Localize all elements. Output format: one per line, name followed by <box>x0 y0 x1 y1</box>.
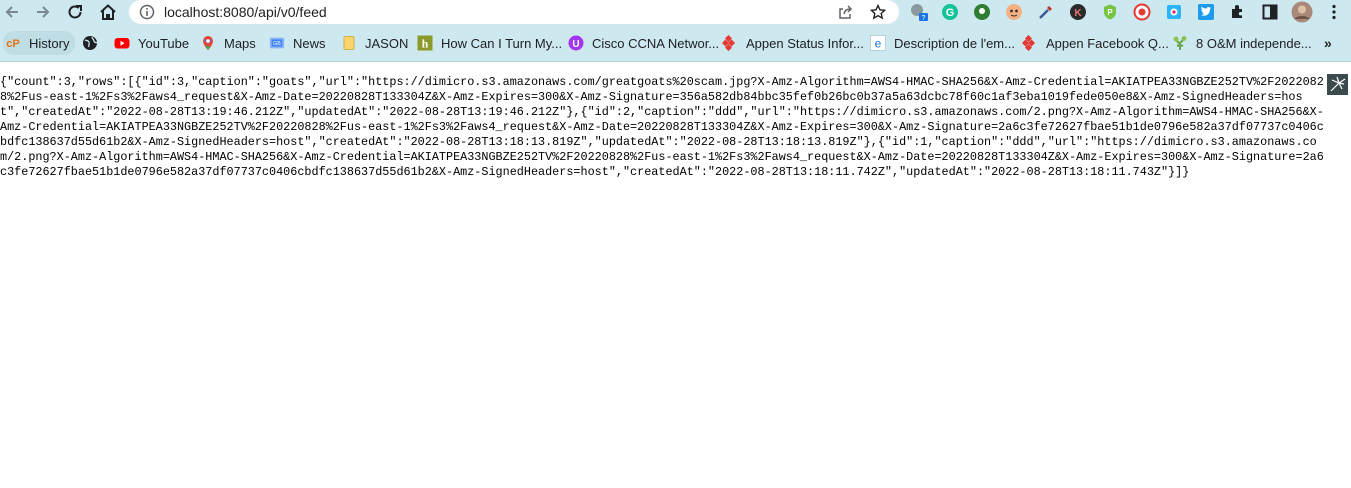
bookmark-how-can-i[interactable]: h How Can I Turn My... <box>417 32 562 54</box>
browser-toolbar: localhost:8080/api/v0/feed ? G K P <box>0 0 1351 25</box>
menu-dots-icon[interactable] <box>1324 2 1344 22</box>
bookmark-label: How Can I Turn My... <box>441 35 563 51</box>
k-extension-icon[interactable]: K <box>1068 2 1088 22</box>
address-bar[interactable]: localhost:8080/api/v0/feed <box>129 0 899 24</box>
maps-icon <box>200 35 216 51</box>
shield-extension-icon[interactable]: P <box>1100 2 1120 22</box>
back-icon[interactable] <box>0 1 24 23</box>
folder-icon <box>341 35 357 51</box>
extension-1-icon[interactable]: ? <box>909 2 929 22</box>
svg-text:h: h <box>422 37 429 51</box>
bookmark-description[interactable]: e Description de l'em... <box>870 32 1015 54</box>
bookmarks-bar: cP History YouTube Maps GB News JASON h <box>0 25 1351 62</box>
extension-4-icon[interactable] <box>1004 2 1024 22</box>
home-icon[interactable] <box>96 1 120 23</box>
bookmark-label: Appen Facebook Q... <box>1046 35 1169 51</box>
svg-text:G: G <box>946 7 955 19</box>
puzzle-icon[interactable] <box>1228 2 1248 22</box>
bookmark-label: Description de l'em... <box>894 35 1015 51</box>
forward-icon[interactable] <box>31 1 55 23</box>
svg-text:U: U <box>572 39 579 50</box>
bookmark-om-independent[interactable]: 8 O&M independe... <box>1172 32 1312 54</box>
bookmark-label: Appen Status Infor... <box>746 35 864 51</box>
bookmark-star-icon[interactable] <box>869 3 887 21</box>
svg-text:K: K <box>1074 8 1082 19</box>
bookmark-maps[interactable]: Maps <box>200 32 256 54</box>
svg-text:?: ? <box>922 15 926 22</box>
udemy-icon: U <box>568 35 584 51</box>
e-site-icon: e <box>870 35 886 51</box>
share-icon[interactable] <box>836 3 854 21</box>
bookmark-youtube[interactable]: YouTube <box>114 32 189 54</box>
bookmark-label: News <box>293 35 326 51</box>
bookmark-history[interactable]: cP History <box>3 31 76 55</box>
eyedropper-icon[interactable] <box>1036 2 1056 22</box>
json-viewer-extension-icon[interactable] <box>1327 74 1348 95</box>
svg-text:GB: GB <box>273 41 281 47</box>
reload-icon[interactable] <box>63 1 87 23</box>
record-extension-icon[interactable] <box>1132 2 1152 22</box>
youtube-icon <box>114 35 130 51</box>
tree-icon <box>1172 35 1188 51</box>
json-response-text: {"count":3,"rows":[{"id":3,"caption":"go… <box>0 75 1324 179</box>
bookmark-label: Maps <box>224 35 256 51</box>
sidepanel-icon[interactable] <box>1260 2 1280 22</box>
extension-3-icon[interactable] <box>972 2 992 22</box>
url-text[interactable]: localhost:8080/api/v0/feed <box>164 4 327 20</box>
bookmark-label: JASON <box>365 35 409 51</box>
site-info-icon[interactable] <box>138 3 156 21</box>
twitter-icon[interactable] <box>1196 2 1216 22</box>
appen-icon <box>722 35 738 51</box>
extension-9-icon[interactable] <box>1164 2 1184 22</box>
svg-text:cP: cP <box>6 38 19 50</box>
bookmark-folder-jason[interactable]: JASON <box>341 32 408 54</box>
h-site-icon: h <box>417 35 433 51</box>
svg-text:e: e <box>875 37 882 51</box>
bookmark-appen-status[interactable]: Appen Status Infor... <box>722 32 864 54</box>
bookmark-label: YouTube <box>138 35 190 51</box>
bookmark-appen-facebook[interactable]: Appen Facebook Q... <box>1022 32 1169 54</box>
bookmark-label: 8 O&M independe... <box>1196 35 1312 51</box>
grammarly-icon[interactable]: G <box>940 2 960 22</box>
bookmark-cisco-ccna[interactable]: U Cisco CCNA Networ... <box>568 32 719 54</box>
appen-icon <box>1022 35 1038 51</box>
globe-icon <box>82 35 98 51</box>
history-icon: cP <box>5 35 21 51</box>
bookmark-label: History <box>29 35 70 51</box>
bookmarks-overflow-icon[interactable]: » <box>1324 32 1332 54</box>
bookmark-globe[interactable] <box>82 32 106 54</box>
bookmark-news[interactable]: GB News <box>269 32 326 54</box>
news-icon: GB <box>269 35 285 51</box>
bookmark-label: Cisco CCNA Networ... <box>592 35 720 51</box>
profile-avatar[interactable] <box>1290 1 1314 23</box>
svg-text:P: P <box>1107 8 1113 17</box>
